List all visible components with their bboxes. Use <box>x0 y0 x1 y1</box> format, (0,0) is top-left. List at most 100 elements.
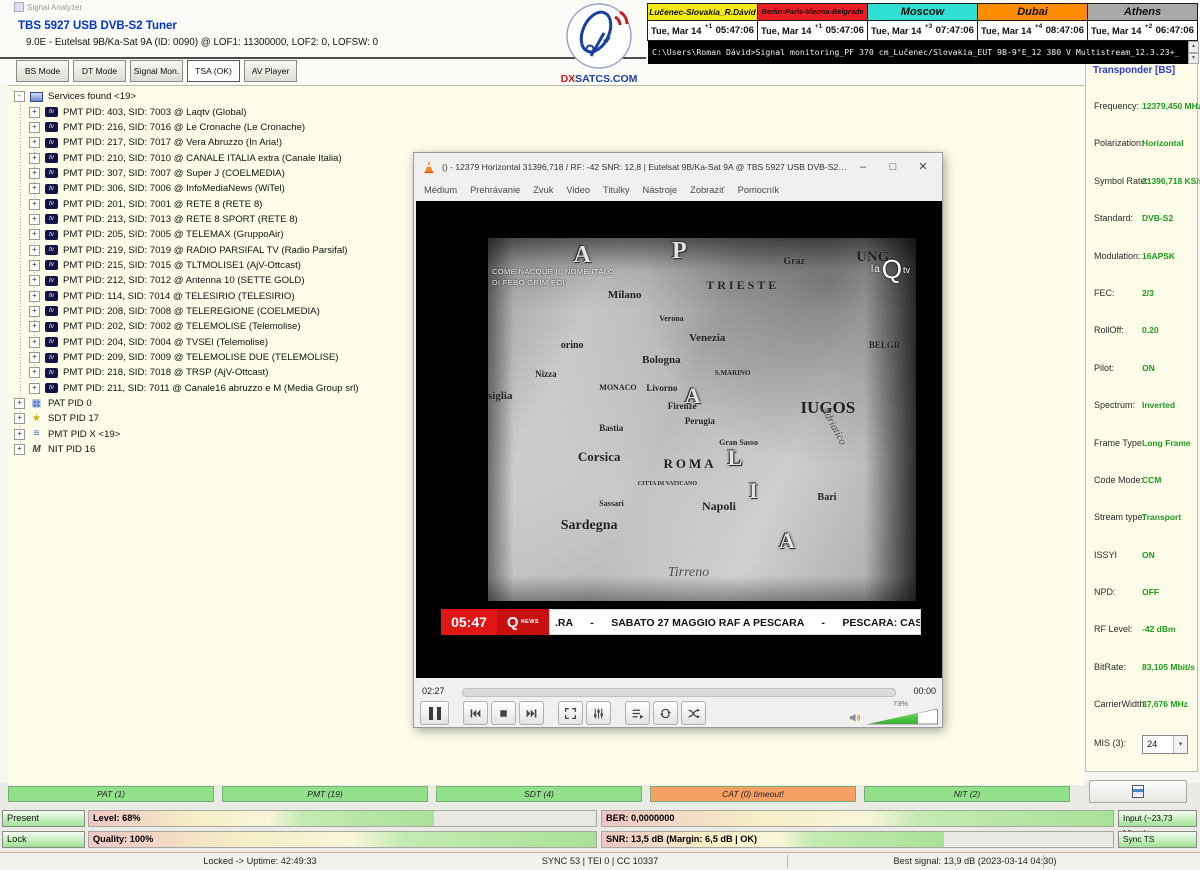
close-button[interactable]: ✕ <box>908 160 938 173</box>
expand-icon[interactable]: + <box>29 199 40 210</box>
vlc-titlebar[interactable]: () - 12379 Horizontal 31396,718 / RF: -4… <box>414 153 942 180</box>
collapse-icon[interactable]: - <box>14 91 25 102</box>
tree-service-item[interactable]: + tv PMT PID: 216, SID: 7016 @ Le Cronac… <box>8 120 428 135</box>
expand-icon[interactable]: + <box>29 306 40 317</box>
expand-icon[interactable]: + <box>29 352 40 363</box>
expand-icon[interactable]: + <box>29 291 40 302</box>
tree-table-item[interactable]: + ≡ PMT PID X <19> <box>8 427 428 442</box>
mis-select[interactable]: 24 ▾ <box>1142 735 1188 754</box>
map-label: ROMA <box>663 456 716 472</box>
expand-icon[interactable]: + <box>29 168 40 179</box>
tree-table-item[interactable]: + ★ SDT PID 17 <box>8 411 428 426</box>
tree-table-item[interactable]: + ▦ PAT PID 0 <box>8 396 428 411</box>
tree-root-services[interactable]: - Services found <19> <box>8 89 428 104</box>
expand-icon[interactable]: + <box>29 183 40 194</box>
expand-icon[interactable]: + <box>29 153 40 164</box>
transponder-label: Pilot: <box>1094 363 1114 373</box>
tree-service-item[interactable]: + tv PMT PID: 209, SID: 7009 @ TELEMOLIS… <box>8 350 428 365</box>
expand-icon[interactable]: + <box>29 367 40 378</box>
expand-icon[interactable]: + <box>29 275 40 286</box>
volume-control[interactable]: 73% <box>849 699 938 728</box>
uptime-status: Locked -> Uptime: 42:49:33 <box>60 853 460 870</box>
terminal-scrollbar[interactable]: ▲ ▼ <box>1188 41 1199 64</box>
expand-icon[interactable]: + <box>29 137 40 148</box>
vlc-menu-item[interactable]: Prehrávanie <box>470 185 520 195</box>
table-type-icon: M <box>30 445 43 455</box>
equalizer-button[interactable] <box>586 701 611 725</box>
tree-service-item[interactable]: + tv PMT PID: 205, SID: 7005 @ TELEMAX (… <box>8 227 428 242</box>
mode-tab[interactable]: DT Mode <box>73 60 126 82</box>
seek-slider[interactable] <box>462 688 896 697</box>
clock-city: Dubai <box>978 4 1087 21</box>
expand-icon[interactable]: + <box>29 245 40 256</box>
tree-service-item[interactable]: + tv PMT PID: 210, SID: 7010 @ CANALE IT… <box>8 150 428 165</box>
tree-service-item[interactable]: + tv PMT PID: 403, SID: 7003 @ Laqtv (Gl… <box>8 104 428 119</box>
tree-service-item[interactable]: + tv PMT PID: 307, SID: 7007 @ Super J (… <box>8 166 428 181</box>
expand-icon[interactable]: + <box>14 429 25 440</box>
expand-icon[interactable]: + <box>29 214 40 225</box>
expand-icon[interactable]: + <box>14 444 25 455</box>
vlc-menu-item[interactable]: Médium <box>424 185 457 195</box>
scroll-up-icon[interactable]: ▲ <box>1188 41 1199 53</box>
tree-service-item[interactable]: + tv PMT PID: 213, SID: 7013 @ RETE 8 SP… <box>8 212 428 227</box>
volume-slider[interactable] <box>866 709 938 725</box>
transponder-value: 2/3 <box>1142 288 1154 298</box>
transponder-row: Pilot: ON <box>1086 363 1197 400</box>
maximize-button[interactable]: □ <box>878 161 908 173</box>
pause-button[interactable] <box>420 701 449 725</box>
tree-service-item[interactable]: + tv PMT PID: 201, SID: 7001 @ RETE 8 (R… <box>8 196 428 211</box>
mode-tab[interactable]: AV Player <box>244 60 297 82</box>
io-buffer-button[interactable] <box>1089 780 1187 803</box>
playlist-icon <box>631 707 644 720</box>
vlc-menu-item[interactable]: Pomocník <box>738 185 779 195</box>
clock-city: Moscow <box>868 4 977 21</box>
vlc-menu-item[interactable]: Zobraziť <box>690 185 725 195</box>
mode-tab[interactable]: TSA (OK) <box>187 60 240 82</box>
tree-table-item[interactable]: + M NIT PID 16 <box>8 442 428 457</box>
stop-button[interactable] <box>491 701 516 725</box>
tree-service-item[interactable]: + tv PMT PID: 219, SID: 7019 @ RADIO PAR… <box>8 242 428 257</box>
vlc-controls: 73% <box>420 700 938 726</box>
ticker-text: .RA - SABATO 27 MAGGIO RAF A PESCARA - P… <box>549 609 921 635</box>
vlc-menu-item[interactable]: Nástroje <box>643 185 678 195</box>
mode-tab[interactable]: Signal Mon. <box>130 60 183 82</box>
map-label: L <box>728 445 743 471</box>
tree-service-item[interactable]: + tv PMT PID: 306, SID: 7006 @ InfoMedia… <box>8 181 428 196</box>
expand-icon[interactable]: + <box>29 229 40 240</box>
tree-service-item[interactable]: + tv PMT PID: 217, SID: 7017 @ Vera Abru… <box>8 135 428 150</box>
loop-button[interactable] <box>653 701 678 725</box>
scroll-down-icon[interactable]: ▼ <box>1188 53 1199 65</box>
vlc-menu-item[interactable]: Titulky <box>603 185 630 195</box>
previous-button[interactable] <box>463 701 488 725</box>
next-button[interactable] <box>519 701 544 725</box>
minimize-button[interactable]: – <box>848 161 878 173</box>
tree-service-item[interactable]: + tv PMT PID: 212, SID: 7012 @ Antenna 1… <box>8 273 428 288</box>
tree-service-item[interactable]: + tv PMT PID: 211, SID: 7011 @ Canale16 … <box>8 381 428 396</box>
shuffle-button[interactable] <box>681 701 706 725</box>
fullscreen-button[interactable] <box>558 701 583 725</box>
tree-service-item[interactable]: + tv PMT PID: 208, SID: 7008 @ TELEREGIO… <box>8 304 428 319</box>
tv-icon: tv <box>45 306 58 316</box>
expand-icon[interactable]: + <box>29 260 40 271</box>
transponder-value: 16APSK <box>1142 251 1175 261</box>
playlist-button[interactable] <box>625 701 650 725</box>
expand-icon[interactable]: + <box>29 107 40 118</box>
vlc-menu-item[interactable]: Zvuk <box>533 185 553 195</box>
expand-icon[interactable]: + <box>29 122 40 133</box>
tree-service-item[interactable]: + tv PMT PID: 215, SID: 7015 @ TLTMOLISE… <box>8 258 428 273</box>
expand-icon[interactable]: + <box>29 321 40 332</box>
map-label: BELGR <box>869 340 901 350</box>
expand-icon[interactable]: + <box>29 337 40 348</box>
mode-tab[interactable]: BS Mode <box>16 60 69 82</box>
tree-service-item[interactable]: + tv PMT PID: 204, SID: 7004 @ TVSEI (Te… <box>8 335 428 350</box>
psi-table-bar: SDT (4) <box>436 786 642 802</box>
terminal-window[interactable]: C:\Users\Roman Dávid>Signal monitoring_P… <box>648 41 1188 64</box>
tree-service-item[interactable]: + tv PMT PID: 114, SID: 7014 @ TELESIRIO… <box>8 288 428 303</box>
tree-service-item[interactable]: + tv PMT PID: 218, SID: 7018 @ TRSP (AjV… <box>8 365 428 380</box>
tree-service-item[interactable]: + tv PMT PID: 202, SID: 7002 @ TELEMOLIS… <box>8 319 428 334</box>
expand-icon[interactable]: + <box>14 398 25 409</box>
expand-icon[interactable]: + <box>14 413 25 424</box>
map-label: Napoli <box>702 499 736 514</box>
vlc-menu-item[interactable]: Video <box>566 185 590 195</box>
expand-icon[interactable]: + <box>29 383 40 394</box>
